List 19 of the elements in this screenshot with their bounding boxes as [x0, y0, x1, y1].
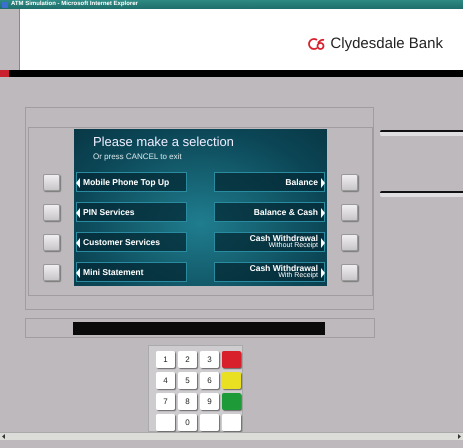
- menu-option[interactable]: Balance & Cash: [214, 202, 325, 222]
- screen-subheading: Or press CANCEL to exit: [93, 152, 183, 161]
- menu-option[interactable]: PIN Services: [76, 202, 187, 222]
- menu-option[interactable]: Balance: [214, 172, 325, 192]
- screen-heading: Please make a selection: [93, 134, 235, 149]
- keypad-key[interactable]: 6: [200, 372, 219, 389]
- keypad-key[interactable]: 5: [178, 372, 197, 389]
- keypad-key[interactable]: 7: [156, 393, 175, 410]
- keypad-key[interactable]: 2: [178, 351, 197, 368]
- bank-name: Clydesdale Bank: [330, 35, 443, 52]
- keypad-key[interactable]: 0: [178, 414, 197, 431]
- menu-option[interactable]: Mobile Phone Top Up: [76, 172, 187, 192]
- keypad-key[interactable]: 4: [156, 372, 175, 389]
- keypad-key[interactable]: 8: [178, 393, 197, 410]
- menu-option[interactable]: Customer Services: [76, 232, 187, 252]
- keypad-key[interactable]: 9: [200, 393, 219, 410]
- keypad-key[interactable]: 1: [156, 351, 175, 368]
- menu-option[interactable]: Mini Statement: [76, 262, 187, 282]
- keypad-key[interactable]: 3: [200, 351, 219, 368]
